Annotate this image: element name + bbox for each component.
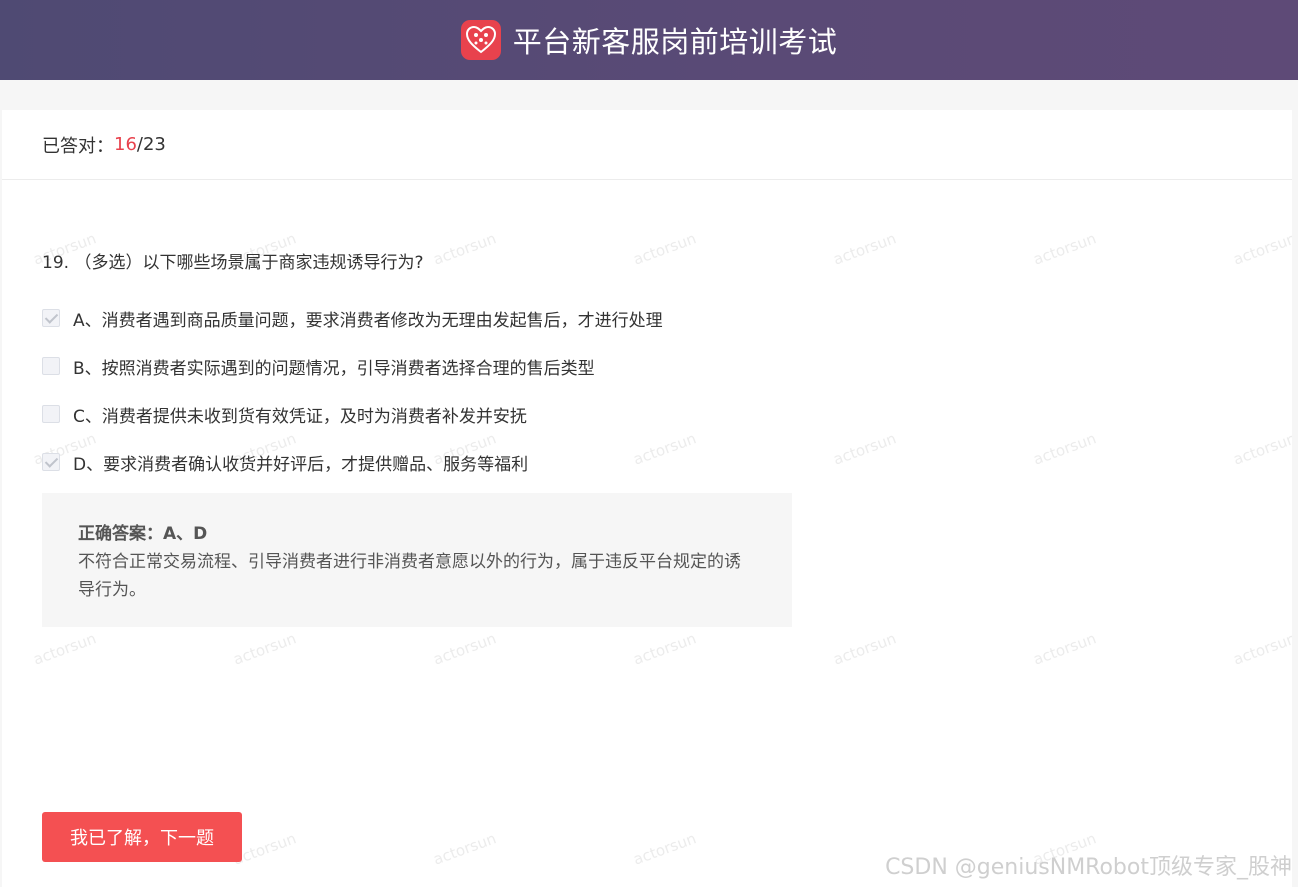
watermark-text: actorsun [630, 629, 699, 669]
watermark-text: actorsun [830, 229, 899, 269]
watermark-text: actorsun [830, 629, 899, 669]
watermark-text: actorsun [630, 229, 699, 269]
correct-answer-label: 正确答案：A、D [78, 524, 208, 544]
option-c-label: C、消费者提供未收到货有效凭证，及时为消费者补发并安抚 [73, 406, 527, 427]
watermark-text: actorsun [430, 229, 499, 269]
option-a[interactable]: A、消费者遇到商品质量问题，要求消费者修改为无理由发起售后，才进行处理 [42, 294, 663, 342]
option-d[interactable]: D、要求消费者确认收货并好评后，才提供赠品、服务等福利 [42, 438, 663, 486]
next-question-button[interactable]: 我已了解，下一题 [42, 812, 242, 862]
option-d-label: D、要求消费者确认收货并好评后，才提供赠品、服务等福利 [73, 454, 529, 475]
option-b-label: B、按照消费者实际遇到的问题情况，引导消费者选择合理的售后类型 [73, 358, 595, 379]
header-bar: 平台新客服岗前培训考试 [0, 0, 1298, 80]
watermark-text: actorsun [1230, 229, 1292, 269]
option-list: A、消费者遇到商品质量问题，要求消费者修改为无理由发起售后，才进行处理 B、按照… [42, 294, 663, 486]
watermark-text: actorsun [830, 429, 899, 469]
pinduoduo-logo-icon [460, 20, 501, 60]
checkbox-c[interactable] [42, 405, 60, 423]
answer-box: 正确答案：A、D 不符合正常交易流程、引导消费者进行非消费者意愿以外的行为，属于… [42, 493, 792, 627]
option-b[interactable]: B、按照消费者实际遇到的问题情况，引导消费者选择合理的售后类型 [42, 342, 663, 390]
score-correct: 16 [114, 134, 137, 155]
option-a-label: A、消费者遇到商品质量问题，要求消费者修改为无理由发起售后，才进行处理 [73, 310, 663, 331]
watermark-text: actorsun [630, 829, 699, 869]
checkbox-d[interactable] [42, 453, 60, 471]
option-c[interactable]: C、消费者提供未收到货有效凭证，及时为消费者补发并安抚 [42, 390, 663, 438]
checkbox-b[interactable] [42, 357, 60, 375]
exam-card: actorsun actorsun actorsun actorsun acto… [2, 110, 1292, 887]
watermark-text: actorsun [1230, 429, 1292, 469]
watermark-text: actorsun [1030, 429, 1099, 469]
watermark-text: actorsun [1030, 629, 1099, 669]
watermark-text: actorsun [230, 629, 299, 669]
csdn-credit-watermark: CSDN @geniusNMRobot顶级专家_股神 [885, 855, 1292, 880]
score-total: 23 [142, 134, 166, 155]
watermark-text: actorsun [1230, 629, 1292, 669]
watermark-text: actorsun [430, 829, 499, 869]
page-title: 平台新客服岗前培训考试 [512, 25, 838, 59]
checkbox-a[interactable] [42, 309, 60, 327]
question-text: 19. （多选）以下哪些场景属于商家违规诱导行为? [42, 253, 424, 273]
watermark-text: actorsun [30, 629, 99, 669]
watermark-text: actorsun [430, 629, 499, 669]
answer-explanation: 不符合正常交易流程、引导消费者进行非消费者意愿以外的行为，属于违反平台规定的诱导… [78, 552, 741, 600]
score-bar: 已答对： 16 / 23 [2, 110, 1292, 180]
score-label: 已答对： [42, 135, 114, 157]
watermark-text: actorsun [1030, 229, 1099, 269]
